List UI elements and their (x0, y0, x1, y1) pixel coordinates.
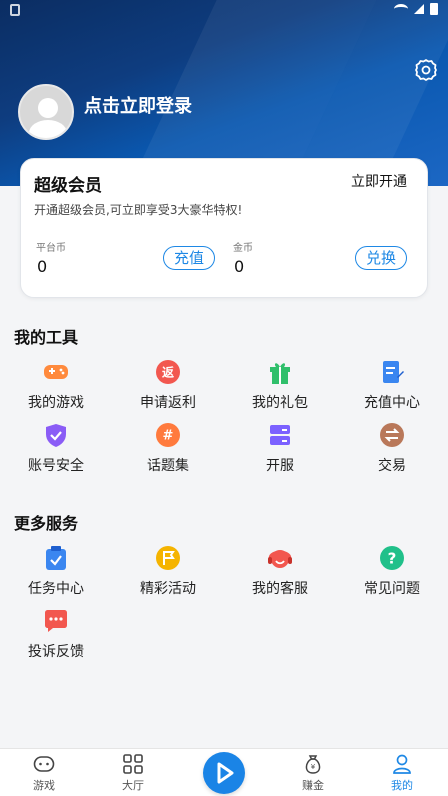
tool-label: 充值中心 (364, 395, 420, 411)
shield-icon (46, 424, 66, 447)
tool-rebate[interactable]: 返 申请返利 (112, 359, 224, 412)
flag-icon (156, 546, 180, 570)
service-label: 任务中心 (28, 581, 84, 597)
tool-label: 交易 (378, 458, 406, 474)
gamepad-icon (44, 365, 68, 379)
service-activities[interactable]: 精彩活动 (112, 545, 224, 598)
task-clipboard-icon (46, 546, 66, 570)
service-task-center[interactable]: 任务中心 (0, 545, 112, 598)
tool-label: 我的礼包 (252, 395, 308, 411)
svg-text:返: 返 (162, 365, 174, 380)
hashtag-icon: # (156, 423, 180, 447)
money-bag-icon: ¥ (305, 755, 321, 774)
tool-label: 开服 (266, 458, 294, 474)
tool-label: 申请返利 (140, 395, 196, 411)
tools-section-title: 我的工具 (14, 328, 79, 347)
recharge-doc-icon (383, 361, 404, 383)
service-label: 我的客服 (252, 581, 308, 597)
status-bar (0, 0, 448, 22)
tool-label: 话题集 (147, 458, 189, 474)
vip-open-button[interactable]: 立即开通 (351, 171, 407, 191)
nav-label: 赚金 (302, 779, 324, 792)
notification-icon (10, 4, 20, 16)
svg-text:¥: ¥ (311, 763, 316, 771)
services-section-title: 更多服务 (14, 514, 79, 533)
service-faq[interactable]: ? 常见问题 (336, 545, 448, 598)
exchange-button[interactable]: 兑换 (355, 246, 408, 270)
gift-icon (270, 363, 290, 384)
battery-icon (430, 3, 438, 15)
tool-gift[interactable]: 我的礼包 (224, 359, 336, 412)
play-icon (217, 762, 234, 784)
service-label: 常见问题 (364, 581, 420, 597)
service-label: 投诉反馈 (28, 644, 84, 660)
game-controller-icon (33, 756, 55, 772)
center-play-button[interactable] (203, 752, 245, 794)
tool-topics[interactable]: # 话题集 (112, 422, 224, 475)
nav-label: 游戏 (33, 779, 55, 792)
customer-service-icon (268, 550, 292, 568)
recharge-button[interactable]: 充值 (163, 246, 216, 270)
service-feedback[interactable]: 投诉反馈 (0, 608, 112, 661)
nav-mine[interactable]: 我的 (372, 753, 432, 793)
service-customer-service[interactable]: 我的客服 (224, 545, 336, 598)
server-icon (270, 425, 290, 445)
gold-coin-value: 0 (234, 257, 245, 276)
avatar[interactable] (18, 84, 74, 140)
nav-hall[interactable]: 大厅 (103, 753, 163, 793)
user-icon (393, 754, 411, 774)
vip-title: 超级会员 (34, 176, 102, 196)
rebate-icon: 返 (156, 360, 180, 384)
feedback-icon (45, 610, 67, 632)
tool-account-security[interactable]: 账号安全 (0, 422, 112, 475)
tool-server-open[interactable]: 开服 (224, 422, 336, 475)
nav-games[interactable]: 游戏 (14, 753, 74, 793)
tool-label: 我的游戏 (28, 395, 84, 411)
avatar-head-shape (38, 98, 58, 118)
trade-icon (380, 423, 404, 447)
tool-my-games[interactable]: 我的游戏 (0, 359, 112, 412)
gold-coin-label: 金币 (233, 243, 253, 254)
tool-recharge-center[interactable]: 充值中心 (336, 359, 448, 412)
svg-text:#: # (163, 429, 174, 444)
platform-coin-value: 0 (37, 257, 48, 276)
tool-trade[interactable]: 交易 (336, 422, 448, 475)
nav-earn[interactable]: ¥ 赚金 (283, 753, 343, 793)
tool-label: 账号安全 (28, 458, 84, 474)
grid-icon (123, 754, 143, 774)
nav-label: 大厅 (122, 779, 144, 792)
service-label: 精彩活动 (140, 581, 196, 597)
login-prompt[interactable]: 点击立即登录 (84, 92, 192, 118)
signal-icon (414, 4, 424, 14)
svg-text:?: ? (388, 550, 397, 568)
vip-card: 超级会员 立即开通 开通超级会员,可立即享受3大豪华特权! 平台币 0 充值 金… (20, 158, 428, 298)
wifi-icon (394, 4, 408, 14)
question-icon: ? (380, 546, 404, 570)
avatar-body-shape (29, 120, 67, 138)
nav-label: 我的 (391, 779, 413, 792)
vip-description: 开通超级会员,可立即享受3大豪华特权! (34, 203, 243, 217)
platform-coin-label: 平台币 (36, 243, 66, 254)
settings-gear-icon[interactable] (414, 58, 438, 82)
